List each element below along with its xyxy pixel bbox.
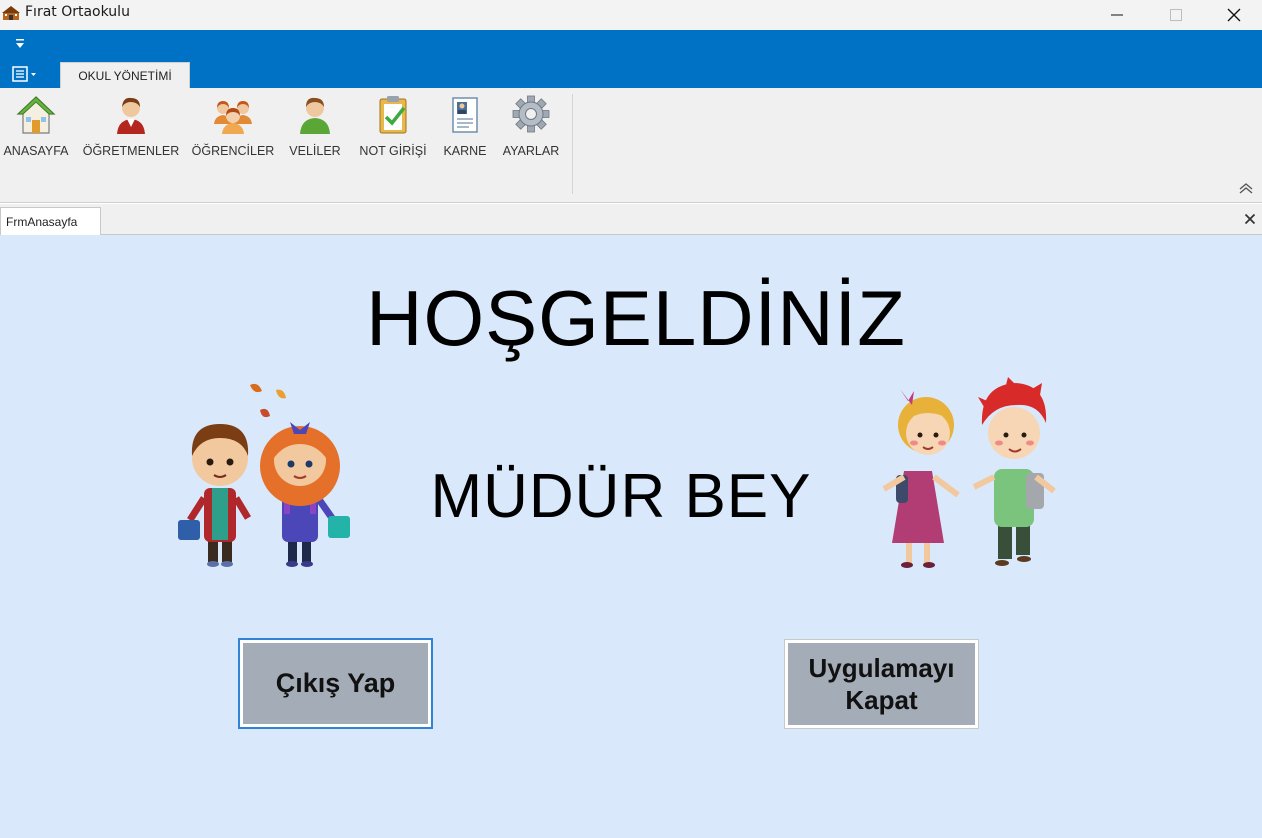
ribbon-label-not-girisi: NOT GİRİŞİ [359,144,427,158]
minimize-icon [1111,14,1123,16]
ribbon-button-ayarlar[interactable]: AYARLAR [500,88,562,168]
ribbon-label-veliler: VELİLER [289,144,341,158]
close-app-line2: Kapat [845,685,918,715]
ribbon-button-ogrenciler[interactable]: ÖĞRENCİLER [191,88,275,168]
ribbon-button-karne[interactable]: KARNE [441,88,489,168]
title-bar: Fırat Ortaokulu [0,0,1262,30]
house-icon [16,96,56,134]
ribbon-button-ogretmenler[interactable]: ÖĞRETMENLER [82,88,180,168]
close-application-label: Uygulamayı Kapat [809,652,955,716]
ribbon-button-veliler[interactable]: VELİLER [287,88,343,168]
ribbon-button-not-girisi[interactable]: NOT GİRİŞİ [356,88,430,168]
application-menu-icon[interactable] [12,66,38,82]
teacher-icon [117,97,145,134]
document-tab-frmanasayfa[interactable]: FrmAnasayfa [0,207,101,235]
quick-access-dropdown-icon[interactable] [16,39,24,49]
ribbon-header: OKUL YÖNETİMİ [0,30,1262,88]
close-app-line1: Uygulamayı [808,653,955,683]
students-icon [214,101,252,134]
ribbon-label-karne: KARNE [443,144,487,158]
logout-button[interactable]: Çıkış Yap [238,638,433,729]
collapse-ribbon-icon[interactable] [1238,181,1254,195]
welcome-heading: HOŞGELDİNİZ [366,274,906,362]
ribbon-label-ayarlar: AYARLAR [502,144,560,158]
ribbon-label-anasayfa: ANASAYFA [3,144,69,158]
kids-illustration-left [178,383,350,567]
ribbon-separator [572,94,573,194]
ribbon-panel: ANASAYFA ÖĞRETMENLER ÖĞRENCİLER VELİLER … [0,88,1262,203]
maximize-button[interactable] [1147,0,1205,30]
ribbon-label-ogretmenler: ÖĞRETMENLER [82,144,180,158]
window-title: Fırat Ortaokulu [25,4,130,20]
minimize-button[interactable] [1088,0,1146,30]
maximize-icon [1170,9,1182,21]
close-document-icon[interactable] [1244,213,1256,225]
clipboard-check-icon [379,96,407,134]
tab-okul-yonetimi[interactable]: OKUL YÖNETİMİ [60,62,190,88]
ribbon-label-ogrenciler: ÖĞRENCİLER [191,144,275,158]
report-card-icon [452,97,478,133]
parent-icon [300,97,330,134]
document-tab-strip: FrmAnasayfa [0,204,1262,235]
ribbon-button-anasayfa[interactable]: ANASAYFA [2,88,70,168]
kids-illustration-right [882,377,1056,568]
close-window-button[interactable] [1205,0,1262,30]
gear-icon [512,95,550,133]
close-icon [1227,8,1241,22]
school-app-icon [2,6,20,20]
home-content: HOŞGELDİNİZ MÜDÜR BEY Çıkış Yap Uygulama… [0,235,1262,838]
close-application-button[interactable]: Uygulamayı Kapat [784,639,979,729]
